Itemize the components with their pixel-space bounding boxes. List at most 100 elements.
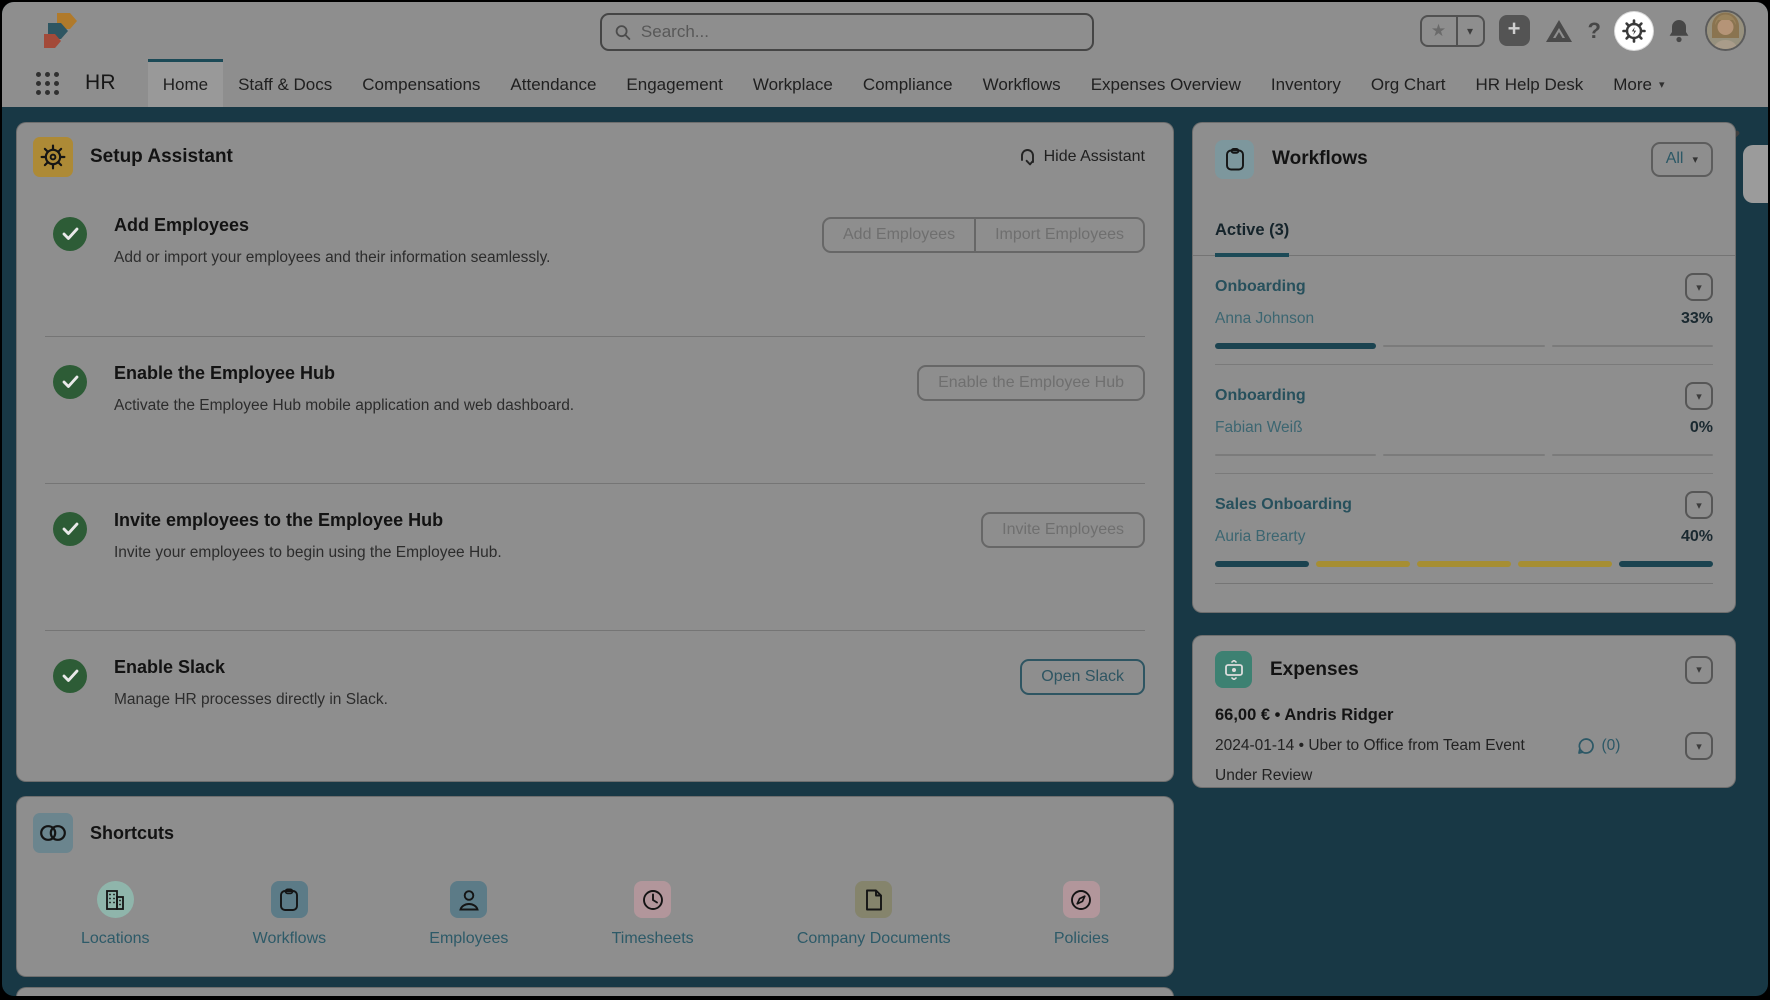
workflow-expand-button[interactable]: ▾: [1685, 491, 1713, 519]
setup-assistant-panel: Setup Assistant Hide Assistant Add Emplo…: [16, 122, 1174, 782]
hide-assistant-icon: [1019, 148, 1036, 167]
tab-expenses-overview[interactable]: Expenses Overview: [1076, 59, 1256, 107]
workflow-item-fabian: Onboarding ▾ Fabian Weiß 0%: [1215, 364, 1713, 473]
tab-workflows[interactable]: Workflows: [968, 59, 1076, 107]
chevron-down-icon: ▾: [1692, 153, 1698, 166]
person-icon: [458, 888, 480, 912]
tab-compensations[interactable]: Compensations: [347, 59, 495, 107]
tab-attendance[interactable]: Attendance: [495, 59, 611, 107]
shortcuts-panel: Shortcuts Locations: [16, 796, 1174, 977]
check-circle-icon: [53, 365, 87, 399]
check-circle-icon: [53, 217, 87, 251]
setup-task-enable-slack: Enable Slack Manage HR processes directl…: [45, 630, 1145, 777]
open-slack-button[interactable]: Open Slack: [1020, 659, 1145, 695]
global-search: [600, 13, 1094, 51]
enable-employee-hub-button[interactable]: Enable the Employee Hub: [917, 365, 1145, 401]
tab-staff-docs[interactable]: Staff & Docs: [223, 59, 347, 107]
search-icon: [614, 23, 632, 42]
tab-hr-help-desk[interactable]: HR Help Desk: [1461, 59, 1599, 107]
search-input[interactable]: [641, 22, 1080, 42]
tab-org-chart[interactable]: Org Chart: [1356, 59, 1461, 107]
tab-active-workflows[interactable]: Active (3): [1215, 221, 1289, 257]
shortcut-policies[interactable]: Policies: [1054, 881, 1109, 948]
chevron-down-icon: ▾: [1696, 390, 1702, 403]
building-icon: [103, 888, 127, 912]
expense-detail-line: 2024-01-14 • Uber to Office from Team Ev…: [1215, 737, 1525, 755]
help-button[interactable]: ?: [1588, 18, 1601, 44]
setup-task-invite-employees: Invite employees to the Employee Hub Inv…: [45, 483, 1145, 630]
top-bar: ★ ▾ + ?: [2, 2, 1768, 59]
tab-inventory[interactable]: Inventory: [1256, 59, 1356, 107]
chevron-down-icon: ▾: [1696, 663, 1702, 676]
nav-bar: HR Home Staff & Docs Compensations Atten…: [2, 59, 1768, 107]
progress-percent: 0%: [1690, 419, 1713, 437]
shortcut-employees[interactable]: Employees: [429, 881, 508, 948]
setup-gear-icon: [40, 144, 66, 170]
progress-bar: [1215, 561, 1713, 567]
import-employees-button[interactable]: Import Employees: [975, 217, 1145, 253]
workflow-item-auria: Sales Onboarding ▾ Auria Brearty 40%: [1215, 473, 1713, 599]
tab-compliance[interactable]: Compliance: [848, 59, 968, 107]
progress-percent: 33%: [1681, 310, 1713, 328]
user-avatar[interactable]: [1705, 10, 1746, 51]
plus-icon: +: [1508, 16, 1521, 41]
expenses-expand-button[interactable]: ▾: [1685, 656, 1713, 684]
shortcut-locations[interactable]: Locations: [81, 881, 150, 948]
check-circle-icon: [53, 659, 87, 693]
favorites-split-button: ★ ▾: [1420, 15, 1485, 47]
favorites-star-button[interactable]: ★: [1422, 17, 1456, 45]
app-label: HR: [85, 71, 116, 95]
chevron-down-icon: ▾: [1659, 78, 1665, 91]
chevron-down-icon: ▾: [1696, 740, 1702, 753]
help-icon: ?: [1588, 18, 1601, 44]
task-description: Activate the Employee Hub mobile applica…: [114, 397, 574, 415]
task-description: Invite your employees to begin using the…: [114, 544, 502, 562]
workflow-expand-button[interactable]: ▾: [1685, 273, 1713, 301]
workflow-expand-button[interactable]: ▾: [1685, 382, 1713, 410]
expense-entry: 66,00 € • Andris Ridger 2024-01-14 • Ube…: [1193, 688, 1735, 785]
workflows-tile: [1215, 140, 1254, 179]
quick-add-button[interactable]: +: [1499, 15, 1530, 46]
expense-amount-line: 66,00 € • Andris Ridger: [1215, 706, 1713, 725]
shortcut-timesheets[interactable]: Timesheets: [612, 881, 694, 948]
progress-percent: 40%: [1681, 528, 1713, 546]
workflows-filter-dropdown[interactable]: All ▾: [1651, 142, 1713, 177]
add-employees-button[interactable]: Add Employees: [822, 217, 975, 253]
favorites-caret-button[interactable]: ▾: [1456, 17, 1483, 45]
task-title: Invite employees to the Employee Hub: [114, 510, 502, 531]
expense-expand-button[interactable]: ▾: [1685, 732, 1713, 760]
link-icon: [40, 825, 66, 841]
next-panel-peek: [16, 987, 1174, 996]
marketplace-button[interactable]: [1544, 18, 1574, 44]
shortcut-workflows[interactable]: Workflows: [253, 881, 327, 948]
expense-receipt-icon: [1223, 660, 1245, 680]
settings-button-highlighted[interactable]: [1615, 12, 1653, 50]
setup-task-enable-hub: Enable the Employee Hub Activate the Emp…: [45, 336, 1145, 483]
tab-more[interactable]: More▾: [1598, 59, 1679, 107]
tab-home[interactable]: Home: [148, 59, 223, 107]
expense-comments[interactable]: (0): [1577, 737, 1620, 755]
invite-employees-button[interactable]: Invite Employees: [981, 512, 1145, 548]
progress-bar: [1215, 452, 1713, 458]
tab-engagement[interactable]: Engagement: [611, 59, 737, 107]
notifications-button[interactable]: [1667, 18, 1691, 44]
kenjo-logo-icon[interactable]: [40, 11, 84, 53]
task-title: Enable the Employee Hub: [114, 363, 574, 384]
comment-bubble-icon: [1577, 737, 1595, 755]
task-description: Add or import your employees and their i…: [114, 249, 551, 267]
app-window: ★ ▾ + ?: [2, 2, 1768, 996]
app-grid-icon[interactable]: [36, 72, 59, 95]
expenses-title: Expenses: [1270, 659, 1359, 681]
workflows-panel: Workflows All ▾ Active (3) Onboarding ▾ …: [1192, 122, 1736, 613]
shortcut-company-documents[interactable]: Company Documents: [797, 881, 951, 948]
chevron-down-icon: ▾: [1696, 281, 1702, 294]
clock-icon: [641, 888, 665, 912]
check-circle-icon: [53, 512, 87, 546]
workflows-title: Workflows: [1272, 148, 1368, 170]
tab-workplace[interactable]: Workplace: [738, 59, 848, 107]
expenses-tile: [1215, 651, 1252, 688]
hide-assistant-button[interactable]: Hide Assistant: [1019, 148, 1145, 167]
compass-icon: [1069, 888, 1093, 912]
clipboard-icon: [1224, 147, 1246, 172]
side-drawer-handle[interactable]: [1743, 145, 1768, 203]
